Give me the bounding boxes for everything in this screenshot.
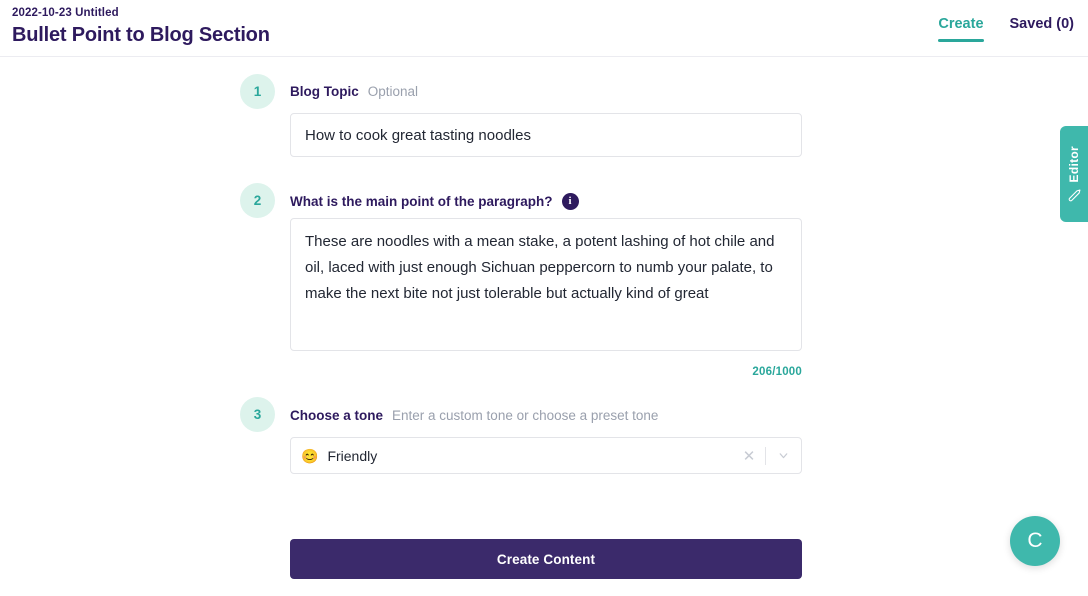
tone-emoji-icon: 😊	[301, 447, 319, 464]
step-3-label: Choose a tone	[290, 407, 384, 423]
tone-divider	[765, 446, 766, 465]
tab-create[interactable]: Create	[938, 16, 984, 42]
tone-selected-value: Friendly	[327, 447, 378, 464]
chat-widget-button[interactable]: C	[1010, 516, 1060, 566]
step-1-header: Blog Topic Optional	[290, 82, 418, 100]
step-1-label: Blog Topic	[290, 83, 359, 99]
header-title-block: 2022-10-23 Untitled Bullet Point to Blog…	[12, 5, 270, 48]
step-2-label: What is the main point of the paragraph?	[290, 193, 553, 209]
step-1-hint: Optional	[367, 83, 419, 99]
step-3-header: Choose a tone Enter a custom tone or cho…	[290, 406, 658, 424]
main-point-textarea[interactable]	[290, 218, 802, 351]
tone-select[interactable]: 😊 Friendly ✕	[290, 437, 802, 474]
create-content-button[interactable]: Create Content	[290, 539, 802, 579]
form-area: 1 Blog Topic Optional 2 What is the main…	[0, 57, 1088, 596]
step-2-header: What is the main point of the paragraph?…	[290, 192, 579, 210]
step-number-1: 1	[240, 74, 275, 109]
header-nav: Create Saved (0)	[938, 16, 1074, 42]
chevron-down-icon[interactable]	[771, 445, 795, 467]
document-meta: 2022-10-23 Untitled	[12, 7, 119, 19]
step-3-hint: Enter a custom tone or choose a preset t…	[392, 407, 659, 423]
step-number-3: 3	[240, 397, 275, 432]
blog-topic-input[interactable]	[290, 113, 802, 157]
pencil-icon	[1068, 189, 1081, 202]
step-number-2: 2	[240, 183, 275, 218]
clear-icon[interactable]: ✕	[738, 445, 760, 467]
info-icon[interactable]: i	[561, 192, 579, 210]
editor-tab-label: Editor	[1067, 146, 1081, 183]
character-counter: 206/1000	[752, 366, 802, 378]
app-header: 2022-10-23 Untitled Bullet Point to Blog…	[0, 0, 1088, 57]
editor-side-tab[interactable]: Editor	[1060, 126, 1088, 222]
tab-saved[interactable]: Saved (0)	[1010, 16, 1074, 42]
page-title: Bullet Point to Blog Section	[12, 24, 270, 46]
